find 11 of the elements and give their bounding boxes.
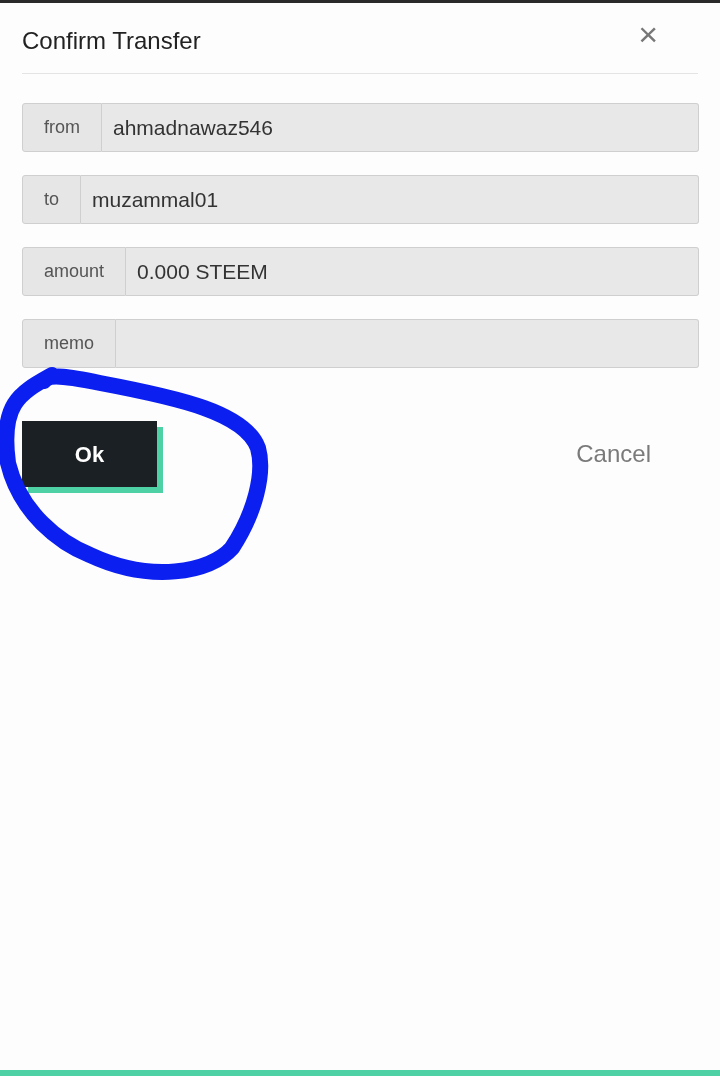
field-label: from [22, 103, 102, 152]
cancel-button[interactable]: Cancel [576, 436, 651, 472]
field-label: memo [22, 319, 116, 368]
field-label: amount [22, 247, 127, 296]
close-button[interactable]: × [638, 17, 658, 51]
text-field[interactable]: ahmadnawaz546 [102, 103, 699, 152]
dialog-title: Confirm Transfer [22, 26, 201, 56]
field-label: to [22, 175, 81, 224]
text-field[interactable]: muzammal01 [81, 175, 699, 224]
text-field[interactable] [116, 319, 699, 368]
text-field[interactable]: 0.000 STEEM [126, 247, 699, 296]
